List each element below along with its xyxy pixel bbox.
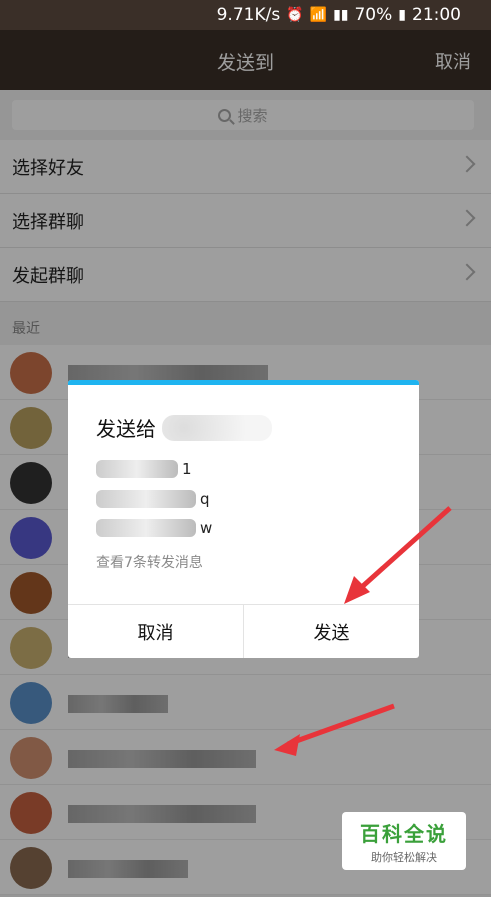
dialog-title-prefix: 发送给	[96, 417, 156, 441]
message-text: w	[200, 519, 213, 537]
battery-icon: ▮	[398, 7, 406, 23]
status-bar: 9.71K/s ⏰ 📶 ▮▮ 70% ▮ 21:00	[0, 0, 491, 30]
watermark-logo: 百科全说 助你轻松解决	[342, 812, 466, 870]
cancel-button[interactable]: 取消	[68, 605, 243, 658]
clock: 21:00	[412, 5, 461, 25]
recipient-name-blurred	[162, 414, 272, 441]
sender-blurred	[96, 519, 196, 537]
sender-blurred	[96, 460, 178, 478]
forwarded-message-line: q	[96, 490, 210, 508]
view-forwarded-messages-link[interactable]: 查看7条转发消息	[96, 552, 203, 572]
dialog-title: 发送给	[96, 413, 272, 442]
watermark-title: 百科全说	[360, 821, 448, 846]
network-speed: 9.71K/s	[216, 5, 281, 25]
sender-blurred	[96, 490, 196, 508]
wifi-icon: 📶	[309, 7, 328, 23]
red-arrow-annotation	[274, 703, 395, 756]
message-text: q	[200, 490, 210, 508]
battery-level: 70%	[354, 5, 393, 25]
alarm-icon: ⏰	[286, 7, 304, 23]
watermark-subtitle: 助你轻松解决	[371, 850, 437, 864]
dialog-footer: 取消 发送	[68, 604, 419, 658]
red-arrow-annotation	[344, 506, 452, 604]
message-text: 1	[182, 460, 192, 478]
send-button[interactable]: 发送	[243, 605, 419, 658]
forwarded-message-line: 1	[96, 460, 192, 478]
dialog-accent-bar	[68, 380, 419, 385]
signal-icon: ▮▮	[333, 7, 349, 23]
forwarded-message-line: w	[96, 519, 212, 537]
